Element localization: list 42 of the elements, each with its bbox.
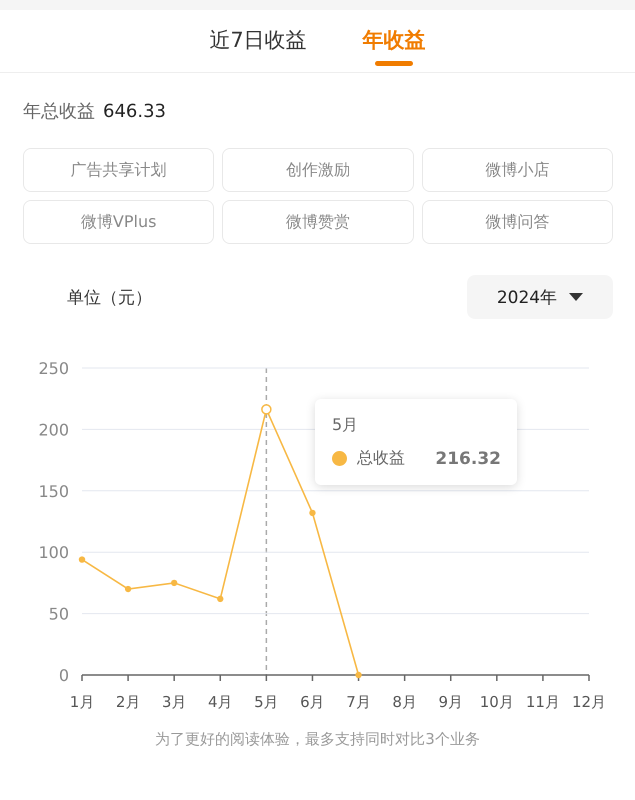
x-tick-label: 8月 bbox=[392, 693, 417, 711]
x-tick-label: 3月 bbox=[162, 693, 186, 711]
y-tick-label: 0 bbox=[58, 666, 69, 685]
data-point bbox=[355, 672, 362, 678]
y-tick-label: 150 bbox=[38, 482, 69, 501]
x-tick-label: 2月 bbox=[116, 693, 140, 711]
summary-value: 646.33 bbox=[103, 101, 166, 122]
x-tick-label: 12月 bbox=[572, 693, 606, 711]
business-filter-button[interactable]: 广告共享计划 bbox=[23, 148, 214, 192]
data-point bbox=[217, 596, 224, 602]
x-tick-label: 1月 bbox=[70, 693, 94, 711]
tooltip-value: 216.32 bbox=[435, 448, 501, 468]
unit-label: 单位（元） bbox=[67, 286, 152, 308]
x-tick-label: 6月 bbox=[300, 693, 325, 711]
summary-label: 年总收益 bbox=[23, 100, 95, 123]
year-dropdown[interactable]: 2024年 bbox=[467, 275, 613, 319]
y-tick-label: 250 bbox=[38, 359, 69, 378]
business-filter-button[interactable]: 创作激励 bbox=[222, 148, 414, 192]
data-point bbox=[170, 580, 178, 586]
footnote: 为了更好的阅读体验，最多支持同时对比3个业务 bbox=[155, 730, 480, 748]
tab[interactable]: 年收益 bbox=[362, 10, 426, 72]
caret-icon bbox=[569, 293, 584, 301]
x-tick-label: 9月 bbox=[438, 693, 463, 711]
x-tick-label: 5月 bbox=[254, 693, 279, 711]
business-filter-button[interactable]: 微博赞赏 bbox=[222, 200, 414, 244]
data-point bbox=[261, 404, 272, 415]
business-filter-button[interactable]: 微博小店 bbox=[422, 148, 613, 192]
tooltip-label: 总收益 bbox=[357, 448, 405, 469]
x-tick-label: 10月 bbox=[480, 693, 514, 711]
tab[interactable]: 近7日收益 bbox=[209, 10, 307, 72]
y-tick-label: 200 bbox=[38, 420, 69, 440]
data-point bbox=[124, 586, 132, 592]
y-tick-label: 50 bbox=[48, 604, 69, 624]
x-tick-label: 4月 bbox=[208, 693, 233, 711]
x-tick-label: 11月 bbox=[526, 693, 560, 711]
x-tick-label: 7月 bbox=[346, 693, 371, 711]
y-tick-label: 100 bbox=[38, 543, 69, 562]
tooltip-title: 5月 bbox=[332, 415, 360, 436]
data-point bbox=[309, 510, 316, 516]
business-filter-button[interactable]: 微博VPlus bbox=[23, 200, 214, 244]
business-filter-button[interactable]: 微博问答 bbox=[422, 200, 613, 244]
data-point bbox=[78, 556, 86, 563]
